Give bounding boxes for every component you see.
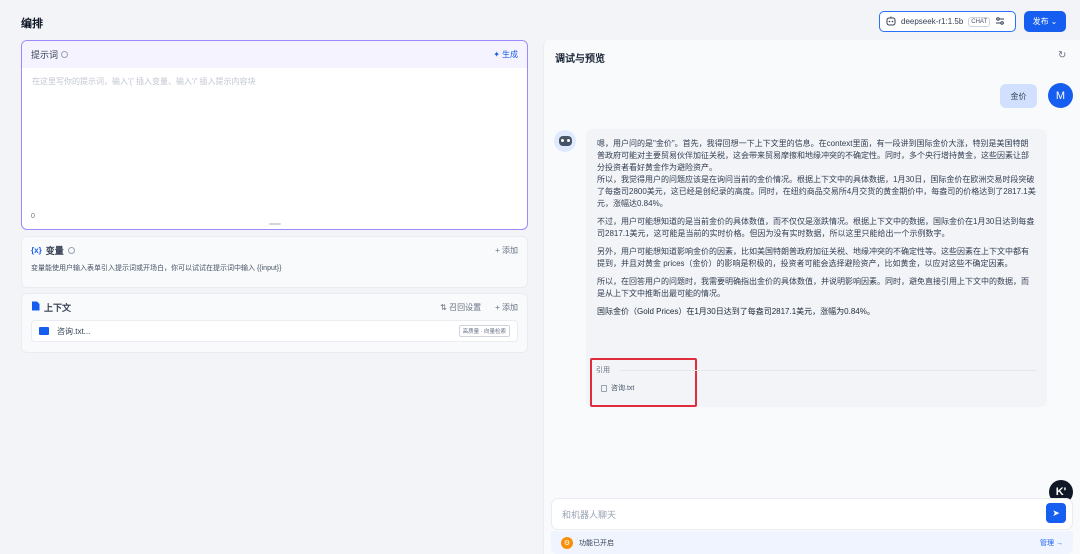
page-title: 编排	[21, 18, 43, 30]
variables-title: 变量	[45, 245, 64, 256]
resize-handle[interactable]	[269, 223, 281, 225]
user-message: 金价	[1000, 84, 1037, 108]
chevron-down-icon: ⌄	[1050, 17, 1058, 26]
send-button[interactable]: ➤	[1046, 503, 1066, 523]
robot-icon	[558, 136, 572, 146]
context-card: 上下文 ⇅ 召回设置 + 添加 咨询.txt... 高质量 · 向量检索	[21, 293, 528, 353]
prompt-header: 提示词 ✦ 生成	[22, 41, 527, 68]
add-variable-button[interactable]: + 添加	[495, 245, 518, 256]
chat-input[interactable]: 和机器人聊天	[551, 498, 1073, 530]
model-name: deepseek-r1:1.5b	[901, 17, 964, 26]
folder-icon	[39, 327, 49, 335]
robot-icon	[886, 16, 896, 28]
divider	[620, 370, 1037, 371]
variables-description: 变量能使用户输入表单引入提示词或开场白，你可以试试在提示词中输入 {{input…	[31, 265, 282, 272]
manage-link[interactable]: 管理 →	[1040, 538, 1063, 548]
info-icon[interactable]	[67, 246, 75, 254]
document-icon	[31, 301, 40, 313]
generate-button[interactable]: ✦ 生成	[493, 49, 518, 60]
feature-bar: ⚙ 功能已开启 管理 →	[551, 531, 1073, 554]
answer-paragraph: 嗯，用户问的是"金价"。首先，我得回想一下上下文里的信息。在context里面，…	[597, 139, 1036, 208]
bot-avatar	[554, 130, 576, 152]
citation-label: 引用	[596, 367, 610, 374]
top-bar: 编排 deepseek-r1:1.5b CHAT 发布 ⌄	[0, 0, 1080, 40]
file-icon	[601, 384, 607, 392]
user-avatar: M	[1048, 83, 1073, 108]
variable-icon: {x}	[31, 245, 42, 255]
context-file-item[interactable]: 咨询.txt... 高质量 · 向量检索	[31, 320, 518, 342]
answer-paragraph: 所以，在回答用户的问题时，我需要明确指出金价的具体数值，并说明影响因素。同时，避…	[597, 277, 1029, 298]
model-selector[interactable]: deepseek-r1:1.5b CHAT	[879, 11, 1016, 32]
send-icon: ➤	[1052, 507, 1060, 518]
settings-sliders-icon[interactable]	[995, 16, 1005, 28]
answer-conclusion: 国际金价（Gold Prices）在1月30日达到了每盎司2817.1美元，涨幅…	[597, 307, 875, 316]
info-icon[interactable]	[61, 51, 69, 58]
feature-status: 功能已开启	[579, 539, 614, 547]
prompt-title: 提示词	[31, 50, 59, 60]
sparkle-icon: ✦	[493, 50, 500, 59]
recall-settings-button[interactable]: ⇅ 召回设置	[440, 302, 481, 313]
bot-answer: 嗯，用户问的是"金价"。首先，我得回想一下上下文里的信息。在context里面，…	[586, 129, 1047, 407]
answer-paragraph: 另外，用户可能想知道影响金价的因素，比如美国特朗普政府加征关税、地缘冲突的不确定…	[597, 247, 1029, 268]
retrieval-mode-badge: 高质量 · 向量检索	[458, 325, 510, 337]
variables-card: {x} 变量 + 添加 变量能使用户输入表单引入提示词或开场白，你可以试试在提示…	[21, 236, 528, 288]
add-context-button[interactable]: + 添加	[495, 302, 518, 313]
refresh-icon[interactable]: ↻	[1058, 50, 1066, 61]
chat-badge: CHAT	[968, 16, 991, 27]
prompt-input[interactable]: 在这里写你的提示词，输入'{' 插入变量、输入'/' 插入提示内容块	[32, 76, 255, 87]
context-file-name: 咨询.txt...	[57, 326, 91, 336]
answer-paragraph: 不过，用户可能想知道的是当前金价的具体数值，而不仅仅是涨跌情况。根据上下文中的数…	[597, 217, 1035, 238]
char-count: 0	[31, 213, 35, 220]
publish-button[interactable]: 发布 ⌄	[1024, 11, 1066, 32]
prompt-card[interactable]: 提示词 ✦ 生成 在这里写你的提示词，输入'{' 插入变量、输入'/' 插入提示…	[21, 40, 528, 230]
feature-icon: ⚙	[561, 536, 573, 549]
debug-title: 调试与预览	[555, 54, 605, 65]
debug-preview-panel: 调试与预览 ↻ 金价 M 嗯，用户问的是"金价"。首先，我得回想一下上下文里的信…	[543, 40, 1080, 554]
context-title: 上下文	[44, 302, 72, 313]
citation-file[interactable]: 咨询.txt	[601, 383, 634, 393]
